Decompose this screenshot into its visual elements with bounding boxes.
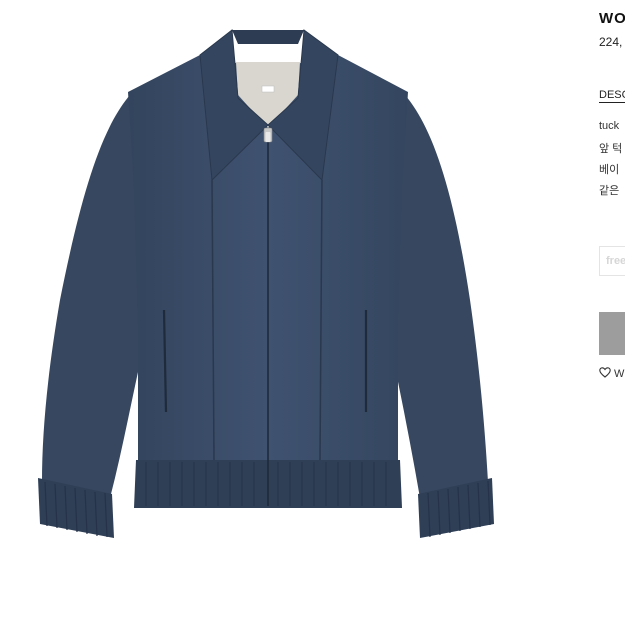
tab-description[interactable]: DESC [599,89,625,103]
size-option-free[interactable]: free [599,246,625,276]
heart-icon [599,367,611,378]
product-image [0,0,595,625]
product-price: 224, [599,35,623,49]
wishlist-button[interactable]: W [599,367,624,380]
description-line: tuck [599,120,620,132]
neck-label [261,85,275,93]
description-line: 베이 [599,164,620,176]
description-line: 앞 턱 [599,143,623,155]
product-info-panel: WO 224, DESC tuck 앞 턱 베이 같은 free W [599,0,625,625]
size-option-label: free [606,255,625,267]
wishlist-label: W [614,368,625,380]
jacket-illustration [38,29,494,538]
buy-button[interactable] [599,312,625,355]
description-line: 같은 [599,185,620,197]
product-title: WO [599,10,625,27]
